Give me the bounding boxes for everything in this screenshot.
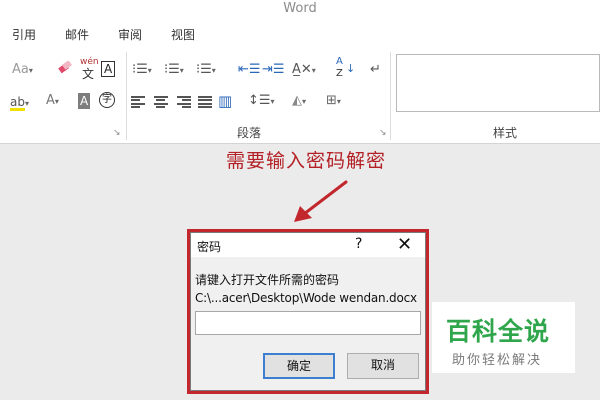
font-dialog-launcher-icon[interactable]: ↘ bbox=[113, 128, 121, 138]
numbering-icon[interactable]: ⁝☰▾ bbox=[164, 62, 184, 79]
align-right-icon[interactable] bbox=[177, 96, 191, 108]
watermark-subtitle: 助你轻松解决 bbox=[452, 353, 543, 368]
borders-icon[interactable]: ⊞▾ bbox=[326, 93, 341, 110]
clear-formatting-icon[interactable] bbox=[58, 60, 74, 75]
password-dialog: 密码 ? ✕ 请键入打开文件所需的密码 C:\...acer\Desktop\W… bbox=[190, 232, 426, 391]
align-center-icon[interactable] bbox=[154, 96, 168, 108]
paragraph-group-label: 段落 bbox=[237, 126, 262, 140]
annotation-text: 需要输入密码解密 bbox=[226, 150, 387, 172]
watermark-title: 百科全说 bbox=[446, 317, 551, 346]
text-highlight-icon[interactable]: ab▾ bbox=[10, 94, 29, 112]
password-prompt: 请键入打开文件所需的密码 bbox=[195, 273, 340, 287]
character-border-icon[interactable]: A bbox=[101, 61, 116, 77]
change-case-button[interactable]: Aa▾ bbox=[12, 62, 33, 79]
close-icon[interactable]: ✕ bbox=[397, 234, 412, 255]
tab-view[interactable]: 视图 bbox=[171, 26, 195, 43]
line-spacing-icon[interactable]: ↕☰▾ bbox=[248, 93, 275, 110]
tab-references[interactable]: 引用 bbox=[12, 26, 36, 43]
distributed-icon[interactable]: ▥ bbox=[218, 93, 232, 109]
justify-icon[interactable] bbox=[198, 96, 212, 108]
dialog-title-bar: 密码 ? ✕ bbox=[191, 233, 425, 257]
ribbon-tabs: 引用 邮件 审阅 视图 bbox=[0, 20, 600, 48]
multilevel-list-icon[interactable]: ⁝☰▾ bbox=[196, 62, 216, 79]
sort-icon[interactable]: Z bbox=[336, 66, 343, 82]
paragraph-dialog-launcher-icon[interactable]: ↘ bbox=[379, 128, 387, 138]
font-color-icon[interactable]: A▾ bbox=[46, 93, 59, 110]
increase-indent-icon[interactable]: ⇥☰ bbox=[262, 62, 285, 78]
bullets-icon[interactable]: ⁝☰▾ bbox=[132, 62, 152, 79]
help-button[interactable]: ? bbox=[355, 236, 362, 252]
enclosed-character-icon[interactable]: 字 bbox=[99, 92, 115, 108]
align-left-icon[interactable] bbox=[131, 96, 145, 108]
dialog-title: 密码 bbox=[197, 240, 222, 254]
shading-icon[interactable]: ◭▾ bbox=[292, 93, 306, 110]
phonetic-guide-icon[interactable]: 文 bbox=[82, 66, 94, 82]
show-formatting-marks-icon[interactable]: ↵ bbox=[370, 62, 381, 78]
file-path: C:\...acer\Desktop\Wode wendan.docx bbox=[195, 291, 417, 305]
app-title: Word bbox=[283, 1, 317, 16]
styles-group-label: 样式 bbox=[493, 126, 518, 140]
ok-button[interactable]: 确定 bbox=[263, 353, 335, 379]
sort-arrow-icon: ↓ bbox=[346, 62, 356, 75]
cancel-button[interactable]: 取消 bbox=[347, 353, 419, 379]
chinese-layout-icon[interactable]: A̲✕▾ bbox=[292, 62, 316, 79]
annotation-arrow-icon bbox=[294, 180, 348, 222]
group-separator bbox=[126, 52, 127, 140]
group-separator bbox=[390, 52, 391, 140]
decrease-indent-icon[interactable]: ⇤☰ bbox=[238, 62, 261, 78]
password-input[interactable] bbox=[195, 311, 421, 335]
tab-review[interactable]: 审阅 bbox=[118, 26, 142, 43]
tab-mailings[interactable]: 邮件 bbox=[65, 26, 89, 43]
ribbon: Aa▾ wén 文 A ab▾ A▾ A 字 ⁝☰▾ ⁝☰▾ ⁝☰▾ ⇤☰ ⇥☰… bbox=[0, 48, 600, 144]
styles-gallery[interactable] bbox=[396, 54, 600, 112]
character-shading-icon[interactable]: A bbox=[78, 93, 91, 109]
window-title-bar: Word bbox=[0, 0, 600, 20]
watermark-logo: 百科全说 助你轻松解决 bbox=[432, 302, 575, 373]
